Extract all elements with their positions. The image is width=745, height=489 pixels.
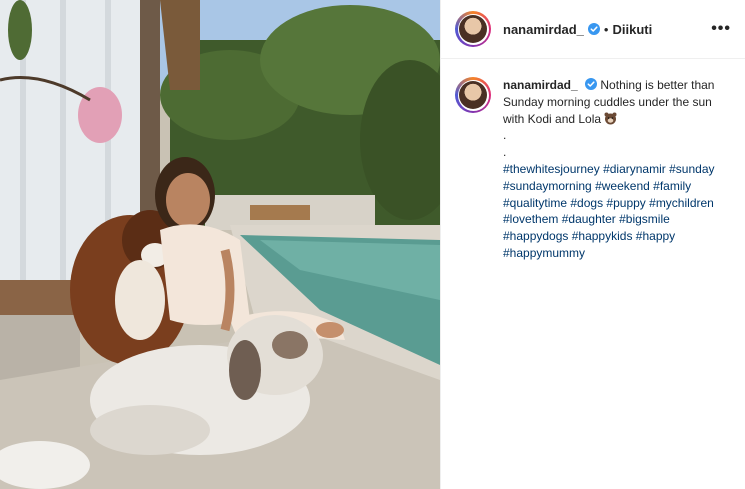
caption-dot: . (503, 128, 507, 143)
girl-arm (220, 248, 235, 332)
hashtag-link[interactable]: #happy (636, 229, 675, 243)
instagram-post: nanamirdad_ • Diikuti ••• nanamirdad_ No… (0, 0, 745, 489)
caption-avatar[interactable] (455, 77, 491, 113)
hashtag-link[interactable]: #happymummy (503, 246, 585, 260)
hashtag-link[interactable]: #puppy (606, 196, 645, 210)
hashtag-link[interactable]: #thewhitesjourney (503, 162, 600, 176)
leaf (8, 0, 32, 60)
hashtag-link[interactable]: #lovethem (503, 212, 558, 226)
hashtag-link[interactable]: #happydogs (503, 229, 568, 243)
hashtag-link[interactable]: #mychildren (649, 196, 714, 210)
hashtag-link[interactable]: #sundaymorning (503, 179, 592, 193)
header-username[interactable]: nanamirdad_ (503, 22, 584, 37)
hashtag-link[interactable]: #daughter (562, 212, 616, 226)
caption-username[interactable]: nanamirdad_ (503, 78, 578, 92)
avatar-photo (459, 81, 487, 109)
hashtag-link[interactable]: #weekend (595, 179, 650, 193)
hashtag-list: #thewhitesjourney #diarynamir #sunday #s… (503, 161, 731, 262)
white-dog-face (272, 331, 308, 359)
girl-foot (316, 322, 344, 338)
post-photo[interactable] (0, 0, 440, 489)
hashtag-link[interactable]: #qualitytime (503, 196, 567, 210)
avatar-frame (457, 79, 489, 111)
hashtag-link[interactable]: #diarynamir (603, 162, 666, 176)
bear-emoji-icon (604, 112, 617, 125)
girl-face (166, 173, 210, 227)
more-options-icon[interactable]: ••• (711, 20, 731, 38)
white-dog-ear (229, 340, 261, 400)
avatar[interactable] (455, 11, 491, 47)
coffee-table (250, 205, 310, 220)
hashtag-link[interactable]: #sunday (669, 162, 714, 176)
verified-badge-icon (587, 23, 600, 35)
hashtag-link[interactable]: #bigsmile (619, 212, 670, 226)
caption: nanamirdad_ Nothing is better than Sunda… (441, 59, 745, 262)
brown-dog-chest (115, 260, 165, 340)
curtain-fold (60, 0, 66, 300)
hashtag-link[interactable]: #happykids (572, 229, 633, 243)
caption-text: nanamirdad_ Nothing is better than Sunda… (503, 77, 731, 262)
girl-pajamas (160, 224, 250, 325)
post-header: nanamirdad_ • Diikuti ••• (441, 0, 745, 59)
follow-status-button[interactable]: Diikuti (612, 22, 652, 37)
post-side-panel: nanamirdad_ • Diikuti ••• nanamirdad_ No… (440, 0, 745, 489)
verified-badge-icon (585, 78, 598, 90)
white-dog-fur-shadow (90, 405, 210, 455)
hashtag-link[interactable]: #dogs (570, 196, 603, 210)
caption-dot: . (503, 145, 507, 160)
avatar-frame (457, 13, 489, 45)
avatar-photo (459, 15, 487, 43)
header-separator: • (603, 21, 609, 37)
hashtag-link[interactable]: #family (653, 179, 691, 193)
photo-illustration (0, 0, 440, 489)
